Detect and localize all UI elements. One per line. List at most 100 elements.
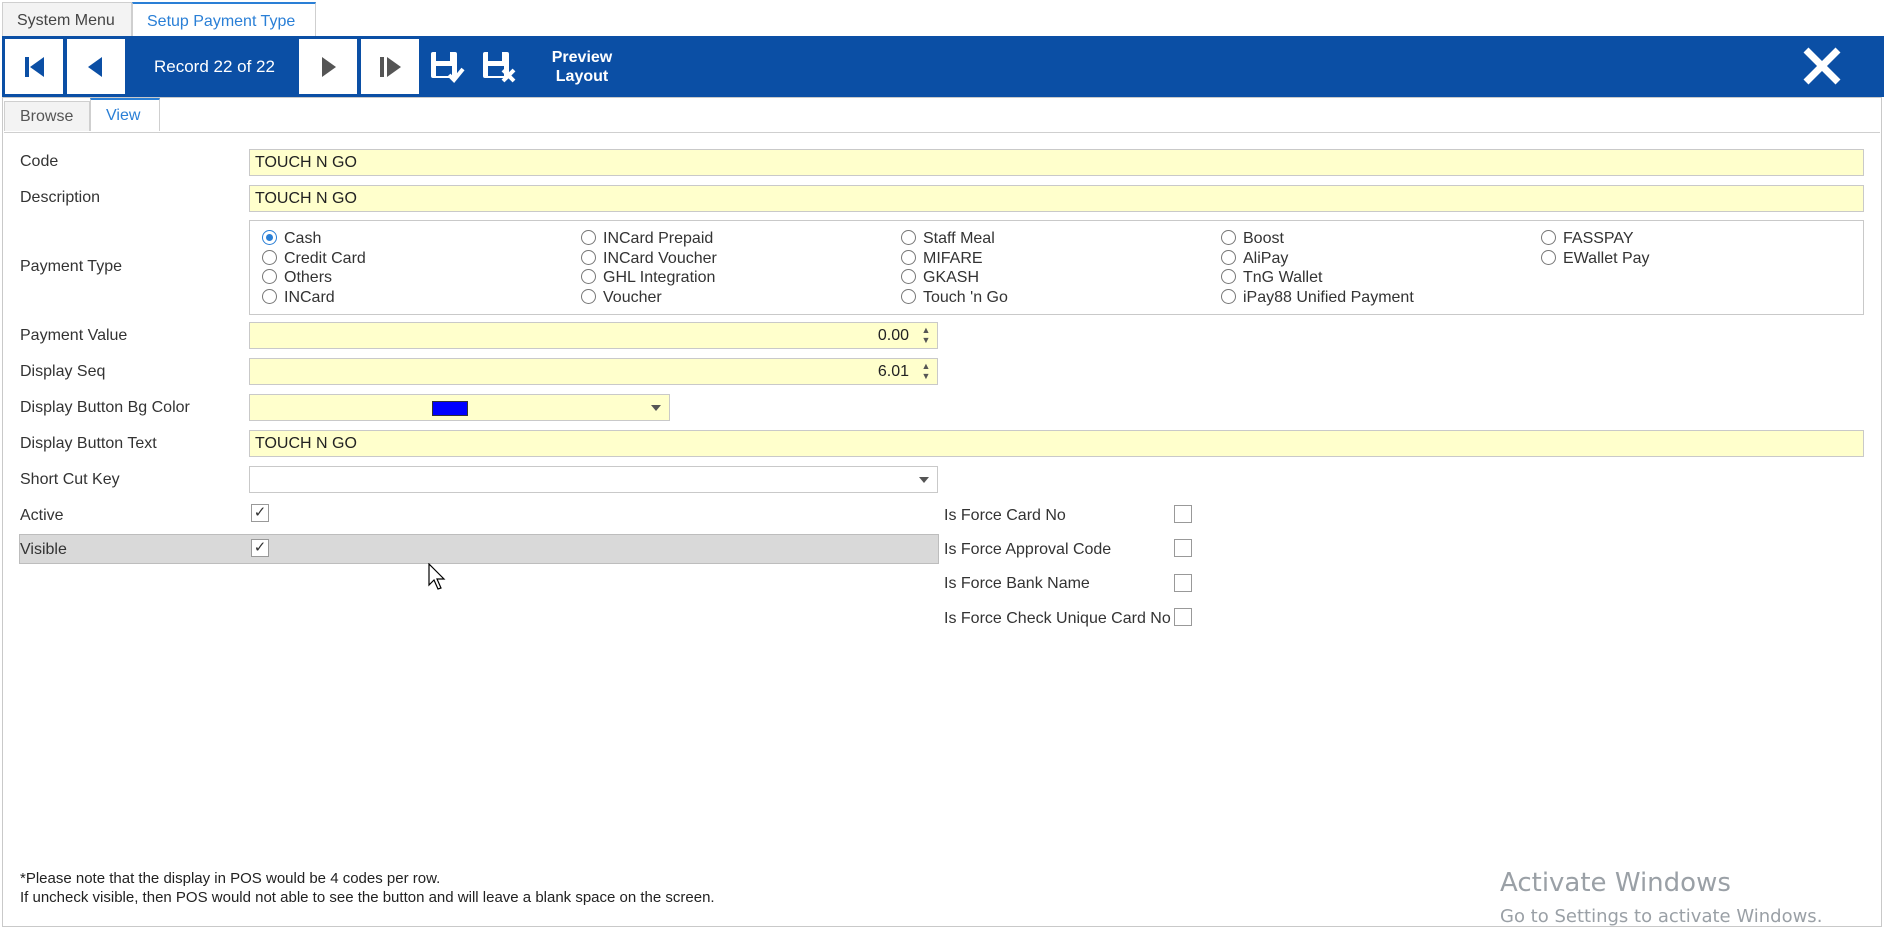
short-cut-key-select[interactable] xyxy=(249,466,938,493)
display-button-text-label: Display Button Text xyxy=(20,435,157,452)
payment-type-label: Payment Type xyxy=(20,258,122,275)
save-icon xyxy=(431,52,465,83)
active-label: Active xyxy=(20,507,64,524)
radio-label: AliPay xyxy=(1243,250,1289,267)
spin-up-icon: ▲ xyxy=(921,361,931,371)
save-button[interactable] xyxy=(426,46,468,88)
activate-windows-title: Activate Windows xyxy=(1500,868,1731,898)
radio-voucher[interactable]: Voucher xyxy=(579,288,662,307)
dropdown-arrow-icon xyxy=(651,405,661,411)
preview-layout-button[interactable]: Preview Layout xyxy=(542,48,622,86)
is-force-check-unique-card-no-label: Is Force Check Unique Card No xyxy=(944,610,1171,627)
first-record-icon xyxy=(25,56,44,77)
radio-staff-meal[interactable]: Staff Meal xyxy=(899,229,995,248)
top-tab-bar: System Menu Setup Payment Type xyxy=(0,0,1886,36)
activate-windows-subtitle: Go to Settings to activate Windows. xyxy=(1500,906,1823,927)
radio-icon xyxy=(901,269,916,284)
last-record-icon xyxy=(380,56,401,77)
active-checkbox[interactable]: ✓ xyxy=(251,504,269,522)
is-force-bank-name-label: Is Force Bank Name xyxy=(944,575,1090,592)
radio-icon xyxy=(1221,230,1236,245)
payment-type-radio-group: Cash Credit Card Others INCard INCard Pr… xyxy=(249,220,1864,315)
radio-ipay88-unified-payment[interactable]: iPay88 Unified Payment xyxy=(1219,288,1414,307)
radio-label: INCard Prepaid xyxy=(603,230,714,247)
dropdown-arrow-icon xyxy=(919,477,929,483)
is-force-bank-name-checkbox[interactable] xyxy=(1174,574,1192,592)
display-seq-field[interactable]: 6.01 ▲ ▼ xyxy=(249,358,938,385)
radio-incard-voucher[interactable]: INCard Voucher xyxy=(579,249,717,268)
radio-icon xyxy=(901,230,916,245)
radio-label: Cash xyxy=(284,230,322,247)
cancel-save-button[interactable] xyxy=(478,46,520,88)
previous-record-button[interactable] xyxy=(66,38,126,95)
record-counter: Record 22 of 22 xyxy=(154,57,275,76)
code-label: Code xyxy=(20,153,59,170)
spin-buttons[interactable]: ▲ ▼ xyxy=(919,361,933,382)
radio-label: TnG Wallet xyxy=(1243,269,1323,286)
radio-incard-prepaid[interactable]: INCard Prepaid xyxy=(579,229,713,248)
radio-icon xyxy=(581,269,596,284)
display-seq-label: Display Seq xyxy=(20,363,106,380)
is-force-card-no-checkbox[interactable] xyxy=(1174,505,1192,523)
visible-checkbox[interactable]: ✓ xyxy=(251,539,269,557)
radio-icon xyxy=(581,250,596,265)
is-force-check-unique-card-no-checkbox[interactable] xyxy=(1174,608,1192,626)
radio-label: EWallet Pay xyxy=(1563,250,1650,267)
radio-ewallet-pay[interactable]: EWallet Pay xyxy=(1539,249,1650,268)
radio-touch-n-go[interactable]: Touch 'n Go xyxy=(899,288,1008,307)
radio-label: Voucher xyxy=(603,289,662,306)
radio-cash[interactable]: Cash xyxy=(260,229,321,248)
radio-label: Touch 'n Go xyxy=(923,289,1008,306)
spin-down-icon: ▼ xyxy=(921,335,931,345)
note-line-2: If uncheck visible, then POS would not a… xyxy=(20,889,715,906)
radio-label: FASSPAY xyxy=(1563,230,1634,247)
tab-browse[interactable]: Browse xyxy=(4,101,90,131)
radio-ghl-integration[interactable]: GHL Integration xyxy=(579,268,715,287)
note-line-1: *Please note that the display in POS wou… xyxy=(20,870,441,887)
record-toolbar: Record 22 of 22 Preview Layout xyxy=(2,36,1884,97)
radio-icon xyxy=(262,269,277,284)
radio-mifare[interactable]: MIFARE xyxy=(899,249,983,268)
preview-label-line1: Preview xyxy=(551,49,613,66)
payment-value-field[interactable]: 0.00 ▲ ▼ xyxy=(249,322,938,349)
radio-boost[interactable]: Boost xyxy=(1219,229,1284,248)
next-record-button[interactable] xyxy=(298,38,358,95)
previous-record-icon xyxy=(88,56,102,77)
radio-label: INCard Voucher xyxy=(603,250,717,267)
last-record-button[interactable] xyxy=(360,38,420,95)
visible-row xyxy=(19,534,939,564)
close-icon[interactable] xyxy=(1800,44,1844,88)
radio-others[interactable]: Others xyxy=(260,268,332,287)
radio-alipay[interactable]: AliPay xyxy=(1219,249,1288,268)
is-force-approval-code-label: Is Force Approval Code xyxy=(944,541,1112,558)
first-record-button[interactable] xyxy=(4,38,64,95)
radio-incard[interactable]: INCard xyxy=(260,288,335,307)
radio-selected-icon xyxy=(262,230,277,245)
radio-label: Others xyxy=(284,269,333,286)
bg-color-picker[interactable] xyxy=(249,394,670,421)
radio-label: MIFARE xyxy=(923,250,983,267)
radio-fasspay[interactable]: FASSPAY xyxy=(1539,229,1634,248)
payment-value-label: Payment Value xyxy=(20,327,128,344)
is-force-approval-code-checkbox[interactable] xyxy=(1174,539,1192,557)
radio-icon xyxy=(901,289,916,304)
radio-icon xyxy=(581,230,596,245)
preview-label-line2: Layout xyxy=(555,68,609,85)
tab-setup-payment-type[interactable]: Setup Payment Type xyxy=(132,2,316,36)
code-field[interactable]: TOUCH N GO xyxy=(249,149,1864,176)
display-button-text-field[interactable]: TOUCH N GO xyxy=(249,430,1864,457)
description-label: Description xyxy=(20,189,101,206)
radio-label: Staff Meal xyxy=(923,230,995,247)
radio-credit-card[interactable]: Credit Card xyxy=(260,249,366,268)
spin-up-icon: ▲ xyxy=(921,325,931,335)
radio-label: GKASH xyxy=(923,269,980,286)
radio-gkash[interactable]: GKASH xyxy=(899,268,979,287)
radio-icon xyxy=(1221,289,1236,304)
spin-buttons[interactable]: ▲ ▼ xyxy=(919,325,933,346)
radio-label: Credit Card xyxy=(284,250,366,267)
radio-tng-wallet[interactable]: TnG Wallet xyxy=(1219,268,1322,287)
description-field[interactable]: TOUCH N GO xyxy=(249,185,1864,212)
cancel-save-icon xyxy=(483,52,516,83)
tab-view[interactable]: View xyxy=(90,98,160,131)
tab-system-menu[interactable]: System Menu xyxy=(2,2,132,36)
